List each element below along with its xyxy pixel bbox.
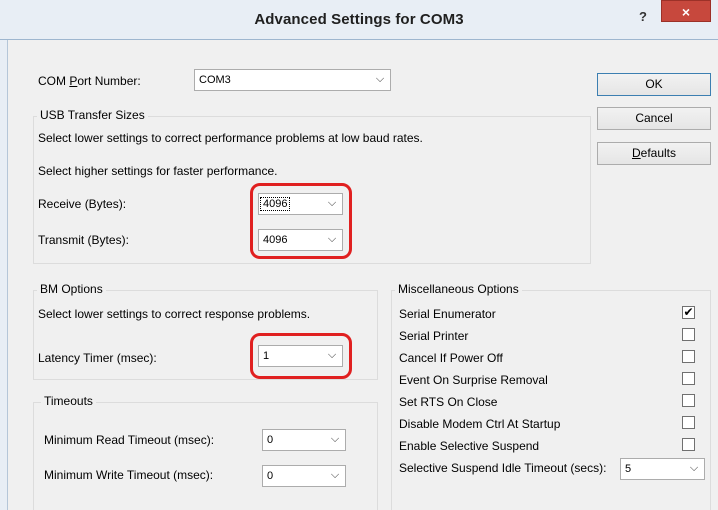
min-write-timeout-label: Minimum Write Timeout (msec): bbox=[44, 468, 214, 482]
misc-options-title: Miscellaneous Options bbox=[395, 282, 522, 296]
min-write-timeout-select[interactable]: 0 ⌵ bbox=[262, 465, 346, 487]
chevron-down-icon: ⌵ bbox=[327, 233, 337, 245]
help-button[interactable]: ? bbox=[632, 6, 654, 28]
checkbox-enable-selective-suspend[interactable] bbox=[682, 438, 695, 451]
receive-label: Receive (Bytes): bbox=[38, 197, 127, 211]
option-label-event-on-surprise-removal: Event On Surprise Removal bbox=[399, 373, 548, 387]
com-port-label: COM Port Number: bbox=[38, 74, 141, 88]
option-label-disable-modem-ctrl: Disable Modem Ctrl At Startup bbox=[399, 417, 561, 431]
checkbox-serial-printer[interactable] bbox=[682, 328, 695, 341]
latency-timer-label: Latency Timer (msec): bbox=[38, 351, 157, 365]
selective-suspend-idle-value: 5 bbox=[625, 463, 632, 475]
min-read-timeout-value: 0 bbox=[267, 434, 274, 446]
usb-transfer-sizes-title: USB Transfer Sizes bbox=[37, 108, 148, 122]
checkbox-event-on-surprise-removal[interactable] bbox=[682, 372, 695, 385]
timeouts-group bbox=[33, 402, 378, 510]
option-label-serial-enumerator: Serial Enumerator bbox=[399, 307, 496, 321]
min-write-timeout-value: 0 bbox=[267, 470, 274, 482]
latency-timer-value: 1 bbox=[263, 350, 270, 362]
chevron-down-icon: ⌵ bbox=[327, 349, 337, 361]
timeouts-title: Timeouts bbox=[41, 394, 96, 408]
option-label-set-rts-on-close: Set RTS On Close bbox=[399, 395, 498, 409]
chevron-down-icon: ⌵ bbox=[330, 433, 340, 445]
receive-select[interactable]: 4096 ⌵ bbox=[258, 193, 343, 215]
receive-value: 4096 bbox=[259, 197, 291, 211]
usb-desc-lower: Select lower settings to correct perform… bbox=[38, 131, 423, 145]
latency-timer-select[interactable]: 1 ⌵ bbox=[258, 345, 343, 367]
cancel-button[interactable]: Cancel bbox=[597, 107, 711, 130]
checkbox-cancel-if-power-off[interactable] bbox=[682, 350, 695, 363]
window-title: Advanced Settings for COM3 bbox=[254, 11, 464, 28]
chevron-down-icon: ⌵ bbox=[327, 197, 337, 209]
option-label-cancel-if-power-off: Cancel If Power Off bbox=[399, 351, 503, 365]
chevron-down-icon: ⌵ bbox=[689, 462, 699, 474]
ok-button[interactable]: OK bbox=[597, 73, 711, 96]
min-read-timeout-label: Minimum Read Timeout (msec): bbox=[44, 433, 215, 447]
com-port-select[interactable]: COM3 ⌵ bbox=[194, 69, 391, 91]
checkbox-set-rts-on-close[interactable] bbox=[682, 394, 695, 407]
transmit-select[interactable]: 4096 ⌵ bbox=[258, 229, 343, 251]
usb-desc-higher: Select higher settings for faster perfor… bbox=[38, 164, 278, 178]
min-read-timeout-select[interactable]: 0 ⌵ bbox=[262, 429, 346, 451]
bm-options-title: BM Options bbox=[37, 282, 106, 296]
com-port-value: COM3 bbox=[199, 74, 231, 86]
bm-desc: Select lower settings to correct respons… bbox=[38, 307, 311, 321]
window-left-border bbox=[0, 40, 8, 510]
defaults-button[interactable]: Defaults bbox=[597, 142, 711, 165]
transmit-label: Transmit (Bytes): bbox=[38, 233, 129, 247]
close-button[interactable]: × bbox=[661, 0, 711, 22]
checkbox-disable-modem-ctrl[interactable] bbox=[682, 416, 695, 429]
title-bar: Advanced Settings for COM3 ? × bbox=[0, 0, 718, 40]
transmit-value: 4096 bbox=[263, 234, 288, 246]
chevron-down-icon: ⌵ bbox=[330, 469, 340, 481]
option-label-serial-printer: Serial Printer bbox=[399, 329, 469, 343]
checkbox-serial-enumerator[interactable]: ✔ bbox=[682, 306, 695, 319]
option-label-enable-selective-suspend: Enable Selective Suspend bbox=[399, 439, 540, 453]
selective-suspend-idle-label: Selective Suspend Idle Timeout (secs): bbox=[399, 461, 607, 475]
selective-suspend-idle-select[interactable]: 5 ⌵ bbox=[620, 458, 705, 480]
chevron-down-icon: ⌵ bbox=[375, 73, 385, 85]
